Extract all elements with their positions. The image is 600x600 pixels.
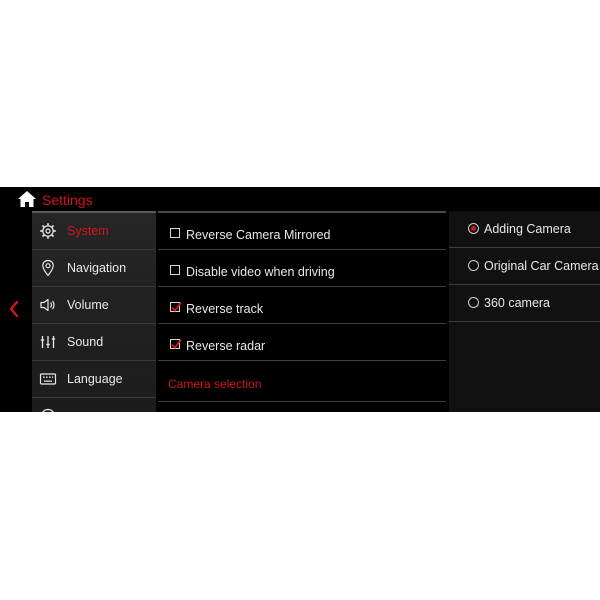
sidebar-item-system[interactable]: System — [32, 213, 156, 250]
sidebar-item-label: Sound — [67, 335, 104, 349]
checkmark-icon — [171, 301, 182, 312]
radio-button[interactable] — [468, 260, 479, 271]
map-pin-icon — [42, 259, 54, 277]
radio-label: Original Car Camera — [484, 259, 599, 273]
option-reverse-camera-mirrored[interactable]: Reverse Camera Mirrored — [158, 213, 446, 250]
sidebar-item-label: Navigation — [67, 261, 127, 275]
option-reverse-radar[interactable]: Reverse radar — [158, 324, 446, 361]
sidebar-item-label: Volume — [67, 298, 109, 312]
sidebar-item-sound[interactable]: Sound — [32, 324, 156, 361]
sidebar-item-label: Language — [67, 372, 123, 386]
sidebar-item-label: System — [67, 224, 109, 238]
divider — [158, 401, 446, 402]
option-label: Reverse radar — [186, 339, 266, 353]
option-label: Reverse Camera Mirrored — [186, 228, 331, 242]
radio-label: 360 camera — [484, 296, 551, 310]
back-column — [0, 211, 30, 412]
radio-label: Adding Camera — [484, 222, 571, 236]
chevron-left-icon[interactable] — [7, 299, 21, 319]
info-icon — [42, 408, 54, 412]
checkbox-checked[interactable] — [170, 338, 182, 349]
section-header-camera-selection: Camera selection — [168, 377, 262, 391]
equalizer-icon — [40, 336, 56, 348]
checkbox[interactable] — [170, 265, 180, 275]
sidebar: System Navigation Volume Sound Language — [32, 211, 156, 412]
header-bar: Settings — [0, 187, 600, 211]
checkbox-checked[interactable] — [170, 301, 182, 312]
radio-360-camera[interactable]: 360 camera — [449, 285, 600, 322]
radio-original-car-camera[interactable]: Original Car Camera — [449, 248, 600, 285]
settings-screen: Settings System Navigation Volume Sound … — [0, 187, 600, 412]
radio-button[interactable] — [468, 297, 479, 308]
option-label: Reverse track — [186, 302, 264, 316]
sidebar-item-navigation[interactable]: Navigation — [32, 250, 156, 287]
checkbox[interactable] — [170, 228, 180, 238]
option-reverse-track[interactable]: Reverse track — [158, 287, 446, 324]
checkmark-icon — [171, 338, 182, 349]
camera-selection-panel: Adding Camera Original Car Camera 360 ca… — [449, 211, 600, 412]
sidebar-item-volume[interactable]: Volume — [32, 287, 156, 324]
option-label: Disable video when driving — [186, 265, 335, 279]
sidebar-item-more[interactable] — [32, 398, 156, 412]
sidebar-item-language[interactable]: Language — [32, 361, 156, 398]
radio-button-selected[interactable] — [468, 223, 479, 234]
home-icon[interactable] — [18, 191, 36, 207]
page-title: Settings — [42, 192, 93, 208]
radio-dot — [471, 226, 476, 231]
gear-icon — [40, 223, 56, 239]
radio-adding-camera[interactable]: Adding Camera — [449, 211, 600, 248]
speaker-icon — [40, 298, 55, 312]
option-disable-video-when-driving[interactable]: Disable video when driving — [158, 250, 446, 287]
keyboard-icon — [39, 373, 57, 385]
options-panel: Reverse Camera Mirrored Disable video wh… — [158, 211, 446, 412]
